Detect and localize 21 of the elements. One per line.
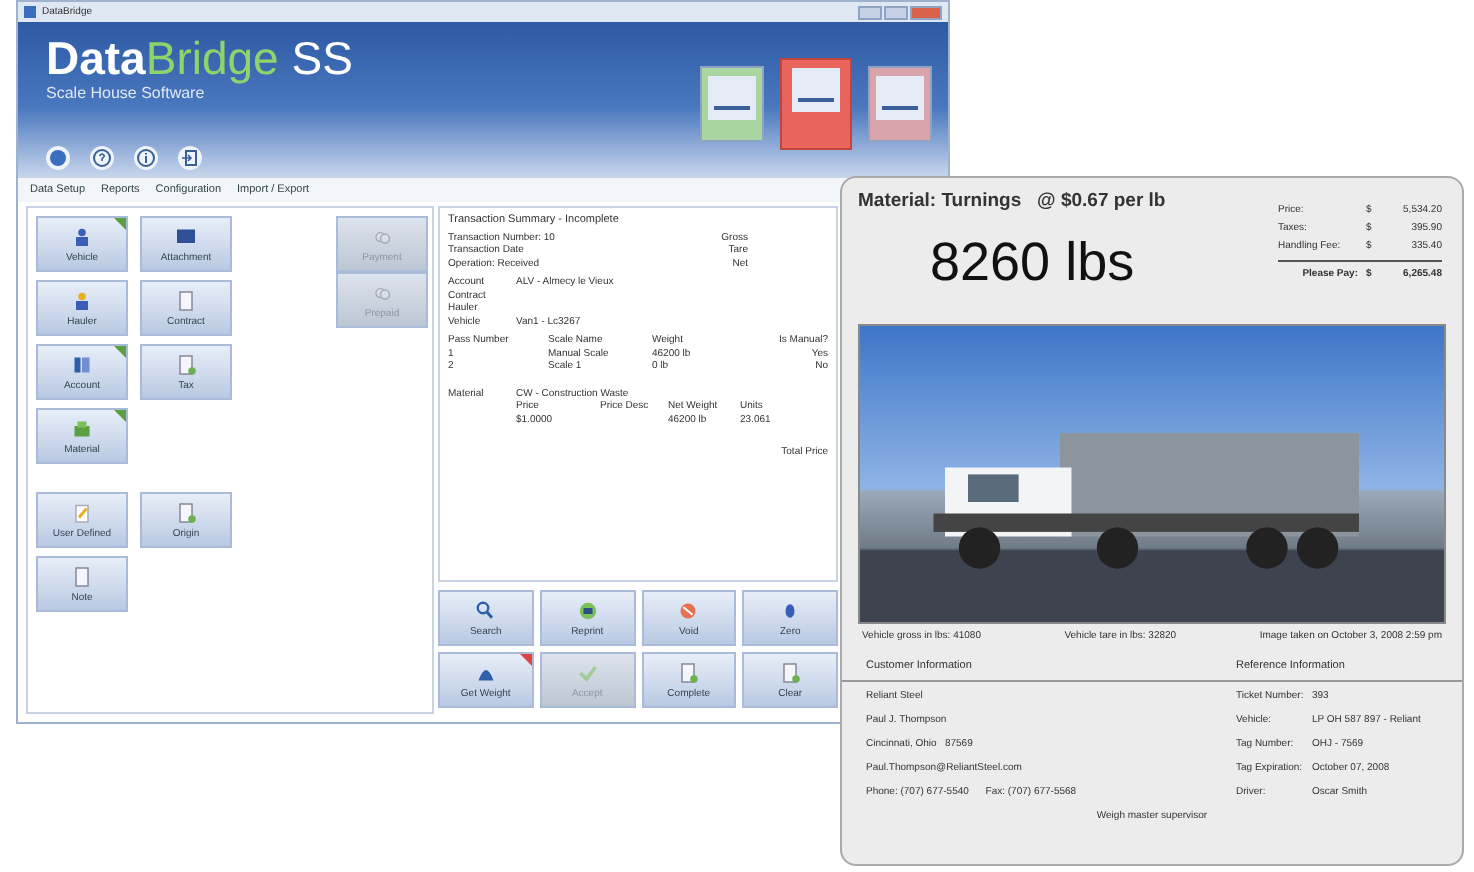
info-icon[interactable] xyxy=(134,146,158,171)
material-title: Material: Turnings @ $0.67 per lb xyxy=(858,190,1166,212)
boxes-icon xyxy=(70,417,94,439)
weight-reading: 8260 lbs xyxy=(930,232,1137,294)
scale-tile[interactable] xyxy=(868,66,932,142)
figure-icon xyxy=(70,289,94,311)
scale-tile[interactable] xyxy=(700,66,764,142)
search-icon xyxy=(473,599,498,621)
app-logo: DataBridge SS xyxy=(46,34,353,83)
check-icon xyxy=(575,661,600,683)
globe-icon[interactable] xyxy=(46,146,70,171)
book-icon xyxy=(70,353,94,375)
help-icon[interactable] xyxy=(90,146,114,171)
pencil-icon xyxy=(70,501,94,523)
exit-icon[interactable] xyxy=(178,146,202,171)
close-button[interactable] xyxy=(910,5,942,19)
app-icon xyxy=(24,6,36,18)
figure-icon xyxy=(70,225,94,247)
scale-tile[interactable] xyxy=(780,58,852,150)
tagline: Scale House Software xyxy=(46,84,207,103)
no-entry-icon xyxy=(676,599,701,621)
